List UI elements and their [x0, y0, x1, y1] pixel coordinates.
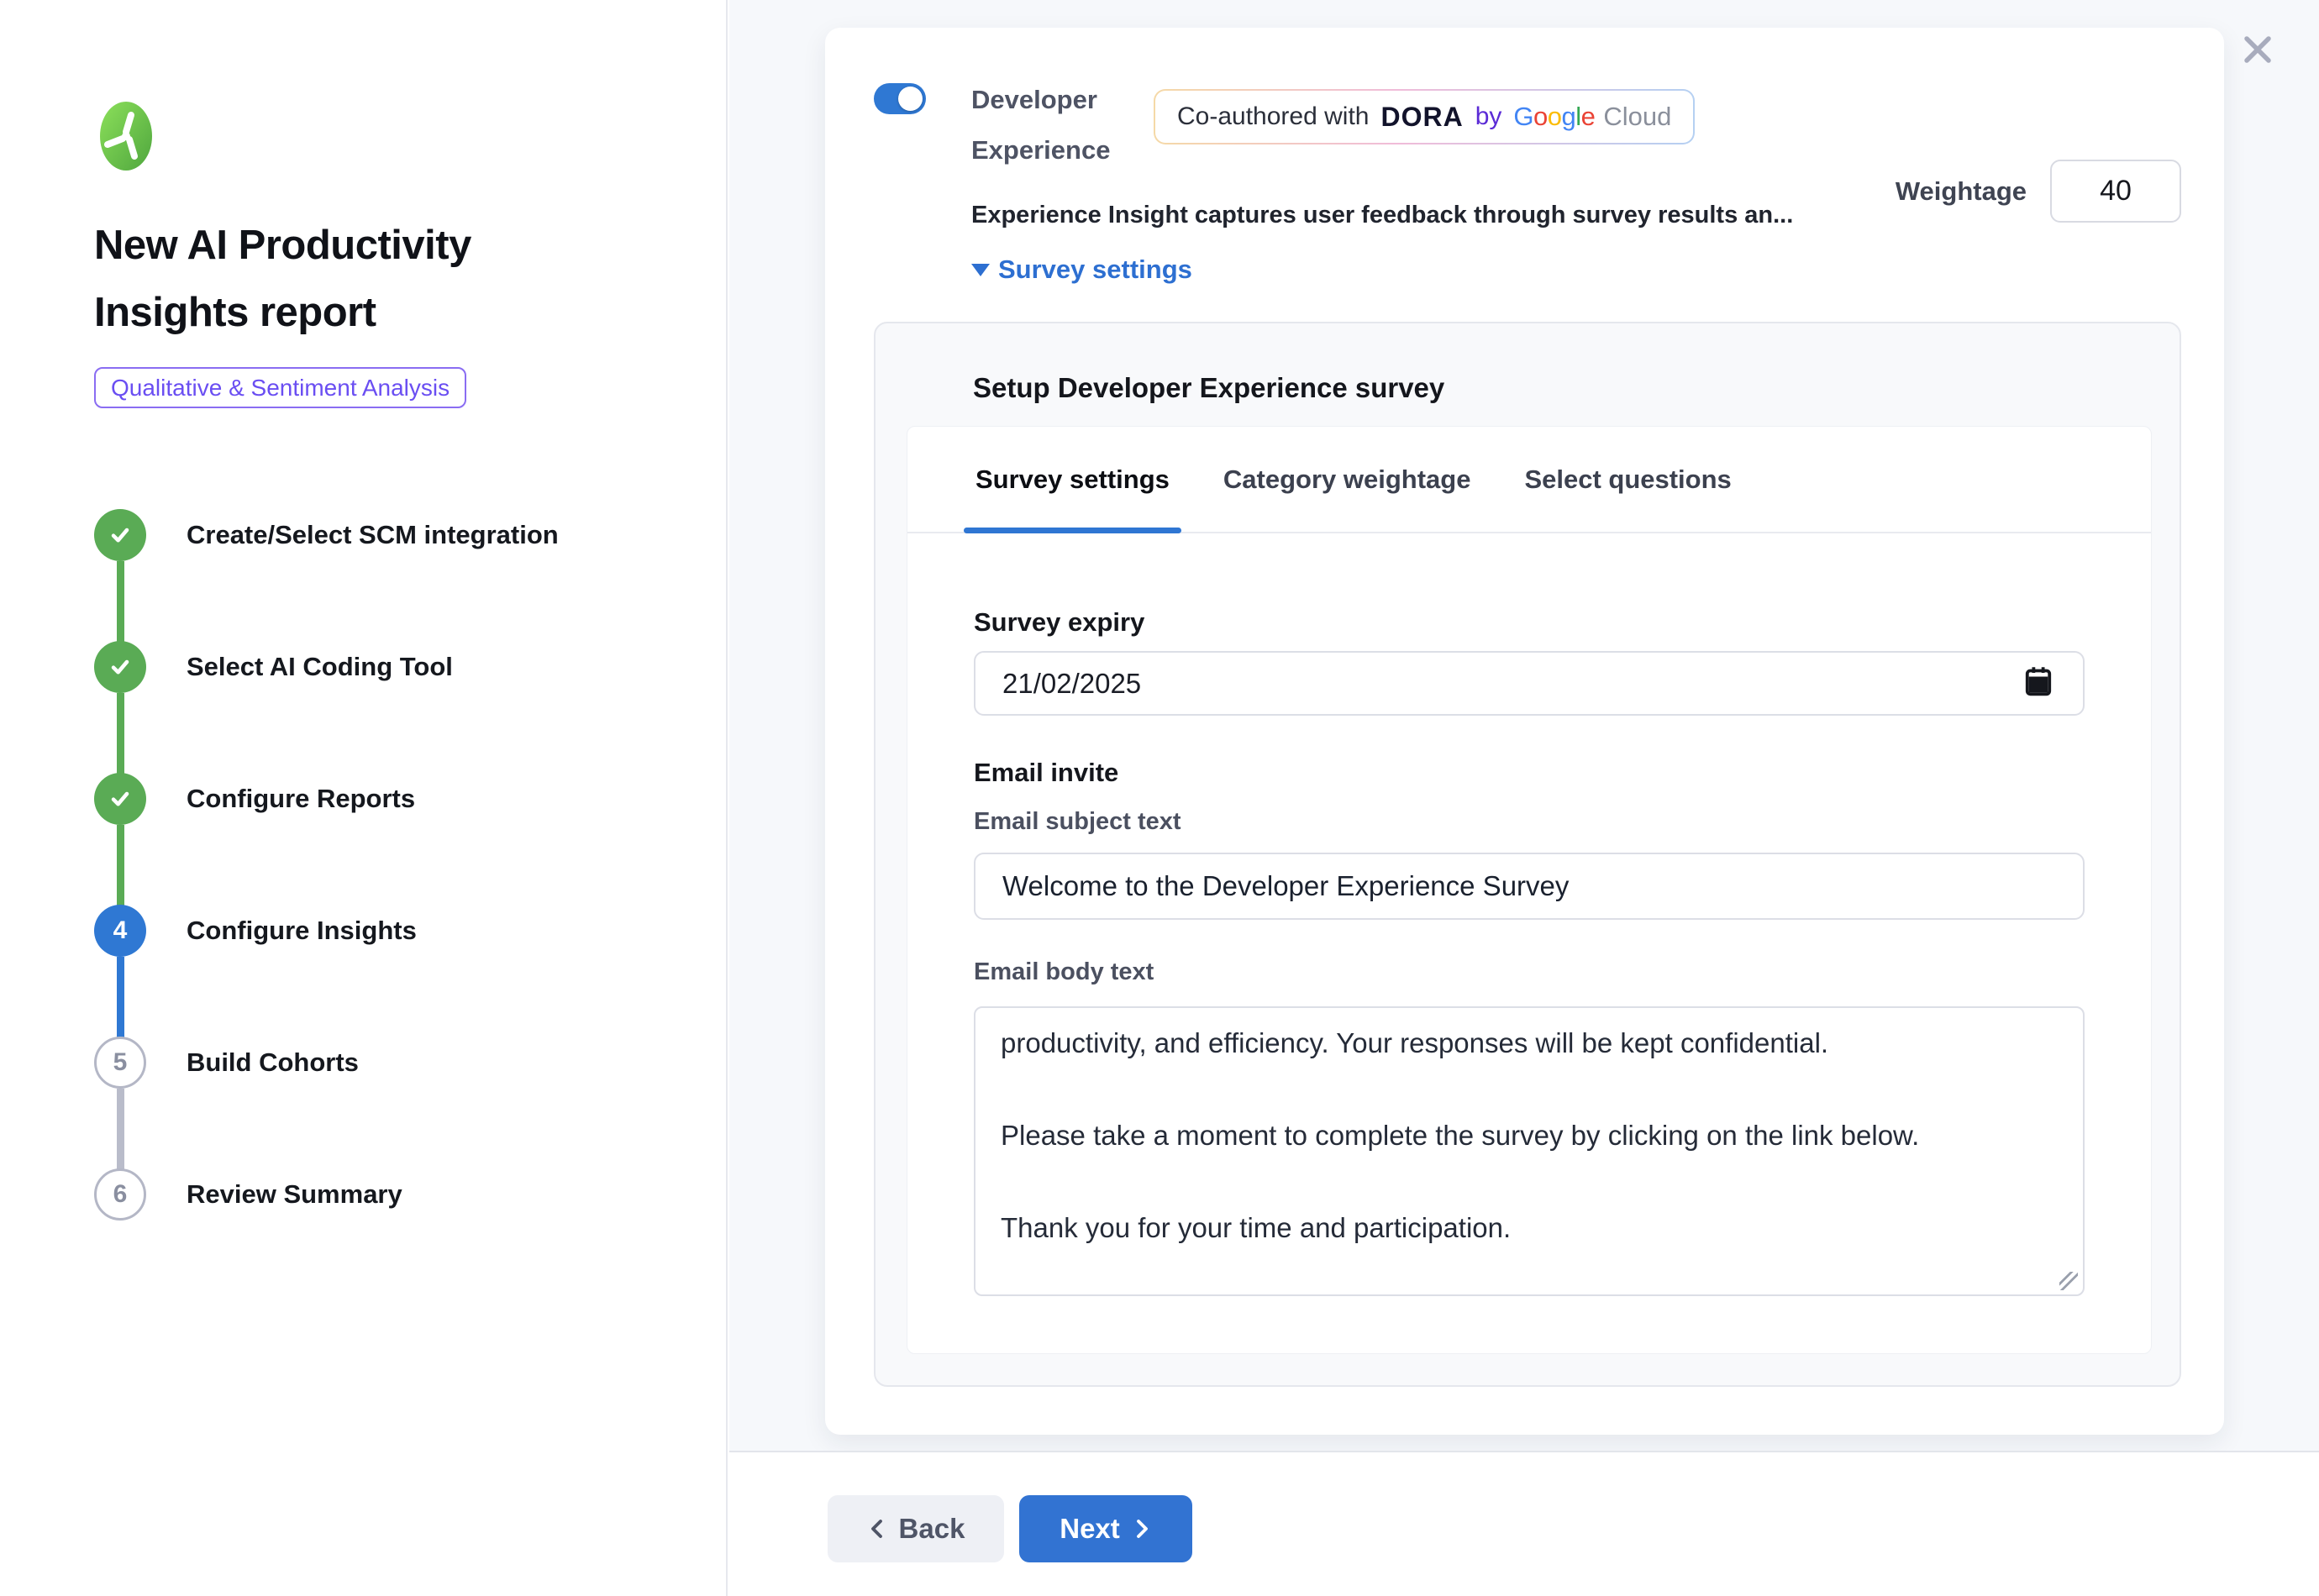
- calendar-icon[interactable]: [2024, 665, 2053, 701]
- google-cloud-label: Cloud: [1603, 102, 1671, 132]
- tab-select-questions[interactable]: Select questions: [1512, 427, 1743, 532]
- step-check-icon: [94, 641, 146, 693]
- survey-settings-expander[interactable]: Survey settings: [971, 255, 1192, 285]
- coauthored-by: by: [1475, 102, 1502, 131]
- insight-config-card: Developer Experience Co-authored with DO…: [825, 28, 2224, 1435]
- survey-settings-panel: Survey settings Category weightage Selec…: [907, 426, 2152, 1354]
- wizard-sidebar: New AI Productivity Insights report Qual…: [0, 0, 728, 1596]
- next-button[interactable]: Next: [1019, 1495, 1192, 1562]
- chevron-right-icon: [1132, 1518, 1152, 1540]
- wizard-footer: Back Next: [729, 1451, 2319, 1596]
- coauthored-prefix: Co-authored with: [1177, 102, 1369, 131]
- toggle-knob: [898, 87, 923, 111]
- step-number: 4: [94, 905, 146, 957]
- survey-expiry-input[interactable]: 21/02/2025: [974, 651, 2085, 716]
- survey-fields: Survey expiry 21/02/2025 Email: [907, 607, 2151, 1300]
- coauthored-badge: Co-authored with DORA by Google Cloud: [1154, 89, 1695, 144]
- insight-description: Experience Insight captures user feedbac…: [971, 202, 1929, 229]
- page-title: New AI Productivity Insights report: [94, 212, 598, 346]
- google-logo: Google: [1513, 102, 1595, 132]
- email-subject-label: Email subject text: [974, 808, 2085, 836]
- analysis-type-badge: Qualitative & Sentiment Analysis: [94, 367, 466, 408]
- weightage-group: Weightage: [1896, 160, 2181, 223]
- email-body-wrap: productivity, and efficiency. Your respo…: [974, 1006, 2085, 1300]
- insight-toggle[interactable]: [874, 83, 926, 114]
- content-panel: Developer Experience Co-authored with DO…: [729, 0, 2319, 1596]
- step-connector: [117, 825, 124, 906]
- hatica-propeller-logo: [99, 101, 153, 176]
- step-item-ai-coding-tool[interactable]: Select AI Coding Tool: [94, 641, 453, 693]
- triangle-down-icon: [971, 264, 990, 276]
- step-item-build-cohorts[interactable]: 5 Build Cohorts: [94, 1037, 359, 1089]
- survey-setup-title: Setup Developer Experience survey: [973, 372, 1444, 404]
- tab-survey-settings[interactable]: Survey settings: [964, 427, 1181, 532]
- chevron-left-icon: [867, 1518, 887, 1540]
- email-body-label: Email body text: [974, 958, 2085, 986]
- tab-category-weightage[interactable]: Category weightage: [1212, 427, 1483, 532]
- step-check-icon: [94, 773, 146, 825]
- close-icon[interactable]: [2238, 30, 2279, 71]
- step-item-scm-integration[interactable]: Create/Select SCM integration: [94, 509, 559, 561]
- step-connector: [117, 1089, 124, 1169]
- survey-tabs: Survey settings Category weightage Selec…: [907, 427, 2151, 533]
- email-invite-label: Email invite: [974, 758, 2085, 788]
- step-connector: [117, 561, 124, 642]
- survey-setup-card: Setup Developer Experience survey Survey…: [874, 322, 2181, 1387]
- step-connector: [117, 957, 124, 1037]
- step-connector: [117, 693, 124, 774]
- back-button[interactable]: Back: [828, 1495, 1004, 1562]
- step-check-icon: [94, 509, 146, 561]
- step-number: 5: [94, 1037, 146, 1089]
- step-item-configure-insights[interactable]: 4 Configure Insights: [94, 905, 417, 957]
- step-item-review-summary[interactable]: 6 Review Summary: [94, 1168, 402, 1221]
- step-item-configure-reports[interactable]: Configure Reports: [94, 773, 415, 825]
- survey-expiry-value: 21/02/2025: [1002, 668, 1141, 700]
- step-number: 6: [94, 1168, 146, 1221]
- email-body-textarea[interactable]: productivity, and efficiency. Your respo…: [974, 1006, 2085, 1296]
- resize-handle-icon[interactable]: [2059, 1272, 2078, 1290]
- insight-name: Developer Experience: [971, 75, 1152, 176]
- survey-expiry-label: Survey expiry: [974, 607, 2085, 638]
- dora-logo: DORA: [1380, 102, 1463, 133]
- email-subject-input[interactable]: [974, 853, 2085, 920]
- weightage-input[interactable]: [2050, 160, 2181, 223]
